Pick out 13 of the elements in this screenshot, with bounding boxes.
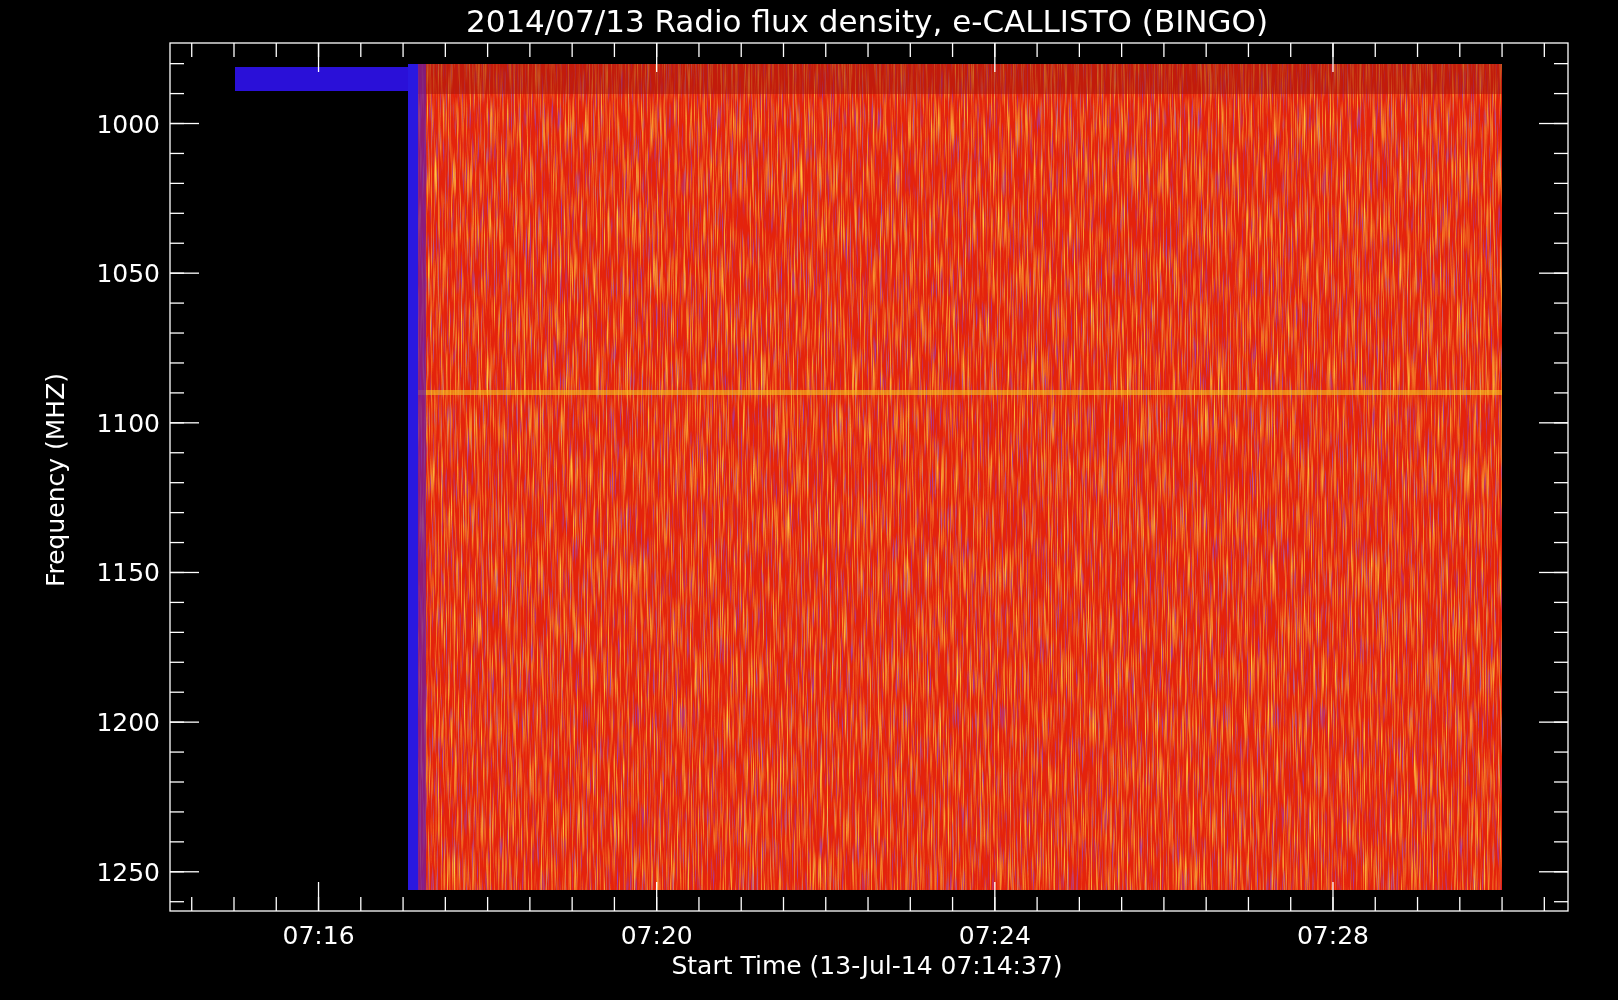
x-tick-label: 07:28 [1296, 921, 1369, 950]
y-tick-label: 1050 [96, 259, 160, 289]
chart-title: 2014/07/13 Radio flux density, e-CALLISTO (BINGO) [465, 3, 1269, 39]
y-tick-label: 1100 [96, 408, 160, 438]
y-tick-label: 1000 [96, 109, 160, 139]
x-tick-label: 07:16 [282, 921, 355, 950]
x-tick-label: 07:20 [620, 921, 693, 950]
x-axis-label: Start Time (13-Jul-14 07:14:37) [671, 951, 1063, 980]
y-tick-label: 1200 [96, 708, 160, 738]
y-tick-label: 1150 [96, 558, 160, 588]
x-tick-label: 07:24 [958, 921, 1031, 950]
y-tick-label: 1250 [96, 857, 160, 887]
y-axis-label: Frequency (MHZ) [41, 372, 70, 588]
